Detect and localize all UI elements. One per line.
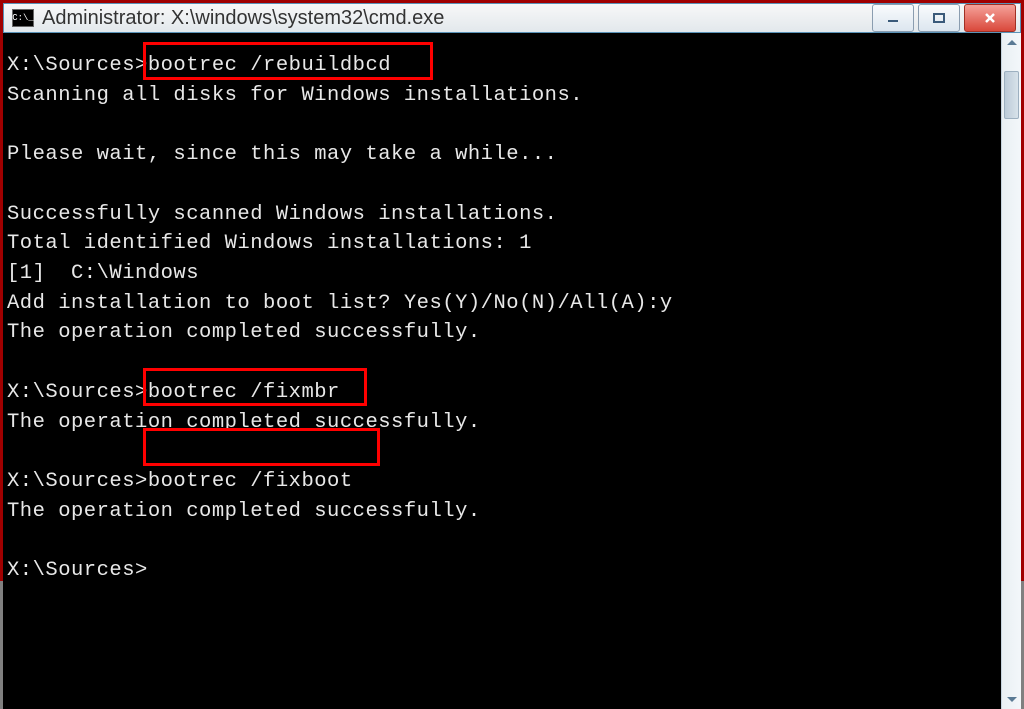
prompt: X:\Sources> — [7, 470, 148, 493]
chevron-down-icon — [1007, 696, 1017, 702]
command-prompt-window: C:\_ Administrator: X:\windows\system32\… — [3, 3, 1021, 578]
maximize-button[interactable] — [918, 4, 960, 32]
maximize-icon — [932, 11, 946, 25]
output-line: Add installation to boot list? Yes(Y)/No… — [7, 292, 673, 315]
command-text: bootrec /fixboot — [148, 470, 353, 493]
prompt: X:\Sources> — [7, 381, 148, 404]
scroll-track[interactable] — [1002, 53, 1021, 689]
output-line: The operation completed successfully. — [7, 321, 481, 344]
output-line: The operation completed successfully. — [7, 500, 481, 523]
window-controls — [872, 4, 1016, 32]
output-line: The operation completed successfully. — [7, 411, 481, 434]
minimize-icon — [886, 11, 900, 25]
close-icon — [983, 11, 997, 25]
cmd-icon: C:\_ — [12, 9, 34, 27]
prompt: X:\Sources> — [7, 559, 148, 582]
vertical-scrollbar[interactable] — [1001, 33, 1021, 709]
window-title: Administrator: X:\windows\system32\cmd.e… — [42, 7, 872, 30]
command-text: bootrec /fixmbr — [148, 381, 340, 404]
scroll-down-button[interactable] — [1002, 689, 1021, 709]
prompt: X:\Sources> — [7, 54, 148, 77]
output-line: Total identified Windows installations: … — [7, 232, 532, 255]
scroll-thumb[interactable] — [1004, 71, 1019, 119]
output-line: Please wait, since this may take a while… — [7, 143, 558, 166]
terminal-area: X:\Sources>bootrec /rebuildbcd Scanning … — [3, 33, 1021, 709]
close-button[interactable] — [964, 4, 1016, 32]
titlebar[interactable]: C:\_ Administrator: X:\windows\system32\… — [3, 3, 1021, 33]
output-line: [1] C:\Windows — [7, 262, 199, 285]
terminal-output[interactable]: X:\Sources>bootrec /rebuildbcd Scanning … — [3, 33, 1001, 709]
scroll-up-button[interactable] — [1002, 33, 1021, 53]
command-text: bootrec /rebuildbcd — [148, 54, 391, 77]
output-line: Successfully scanned Windows installatio… — [7, 203, 558, 226]
chevron-up-icon — [1007, 40, 1017, 46]
output-line: Scanning all disks for Windows installat… — [7, 84, 583, 107]
minimize-button[interactable] — [872, 4, 914, 32]
